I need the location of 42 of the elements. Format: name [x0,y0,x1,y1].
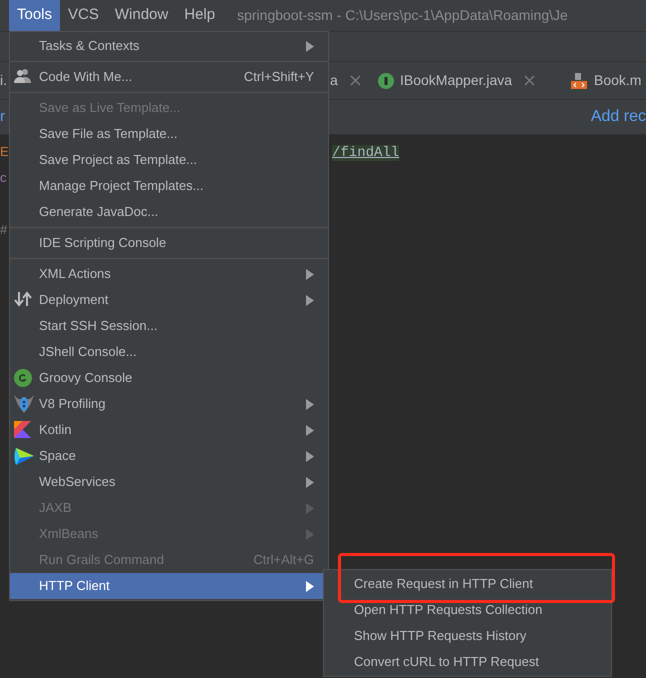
menu-item[interactable]: V8 Profiling [10,391,328,417]
menu-item[interactable]: IDE Scripting Console [10,230,328,256]
menu-item[interactable]: Show HTTP Requests History [324,623,611,649]
groovy-icon [14,369,32,387]
xml-file-icon [570,72,588,90]
shield-icon [14,395,34,413]
up-down-arrows-icon [14,291,32,307]
menu-item[interactable]: XML Actions [10,261,328,287]
menu-item[interactable]: Space [10,443,328,469]
space-icon [14,447,34,466]
toolbar-fragment: r [0,106,5,127]
menu-item[interactable]: Convert cURL to HTTP Request [324,649,611,675]
code-text: /findAll [332,145,400,161]
menu-item[interactable]: Generate JavaDoc... [10,199,328,225]
menu-item[interactable]: Manage Project Templates... [10,173,328,199]
menu-item[interactable]: WebServices [10,469,328,495]
menu-bar-item[interactable]: Help [176,0,224,31]
menu-item[interactable]: Save Project as Template... [10,147,328,173]
menu-item[interactable]: Deployment [10,287,328,313]
editor-tab[interactable]: IBookMapper.java [400,70,512,91]
menu-item[interactable]: Kotlin [10,417,328,443]
editor-tab[interactable]: a [330,70,338,91]
editor-tab[interactable]: Book.m [594,70,642,91]
kotlin-icon [14,421,31,438]
people-icon [14,68,32,84]
menu-bar-item[interactable]: VCS [60,0,107,31]
code-fragment: E [0,144,9,159]
code-fragment: c [0,170,6,185]
interface-icon [378,72,394,88]
add-link[interactable]: Add rec [590,105,646,129]
menu-item[interactable]: JShell Console... [10,339,328,365]
window-title: springboot-ssm - C:\Users\pc-1\AppData\Roaming\Je [237,6,568,25]
menu-bar-item[interactable]: Window [106,0,176,31]
close-icon[interactable] [350,75,361,86]
menu-item[interactable]: Start SSH Session... [10,313,328,339]
editor-tab[interactable]: i. [0,70,7,91]
code-fragment: # [0,222,8,237]
close-icon[interactable] [524,75,536,86]
menu-bar-item[interactable]: Tools [9,0,60,31]
menu-item[interactable]: Save File as Template... [10,121,328,147]
menu-item[interactable]: Code With Me... Ctrl+Shift+Y [10,64,328,90]
menu-item[interactable]: Groovy Console [10,365,328,391]
